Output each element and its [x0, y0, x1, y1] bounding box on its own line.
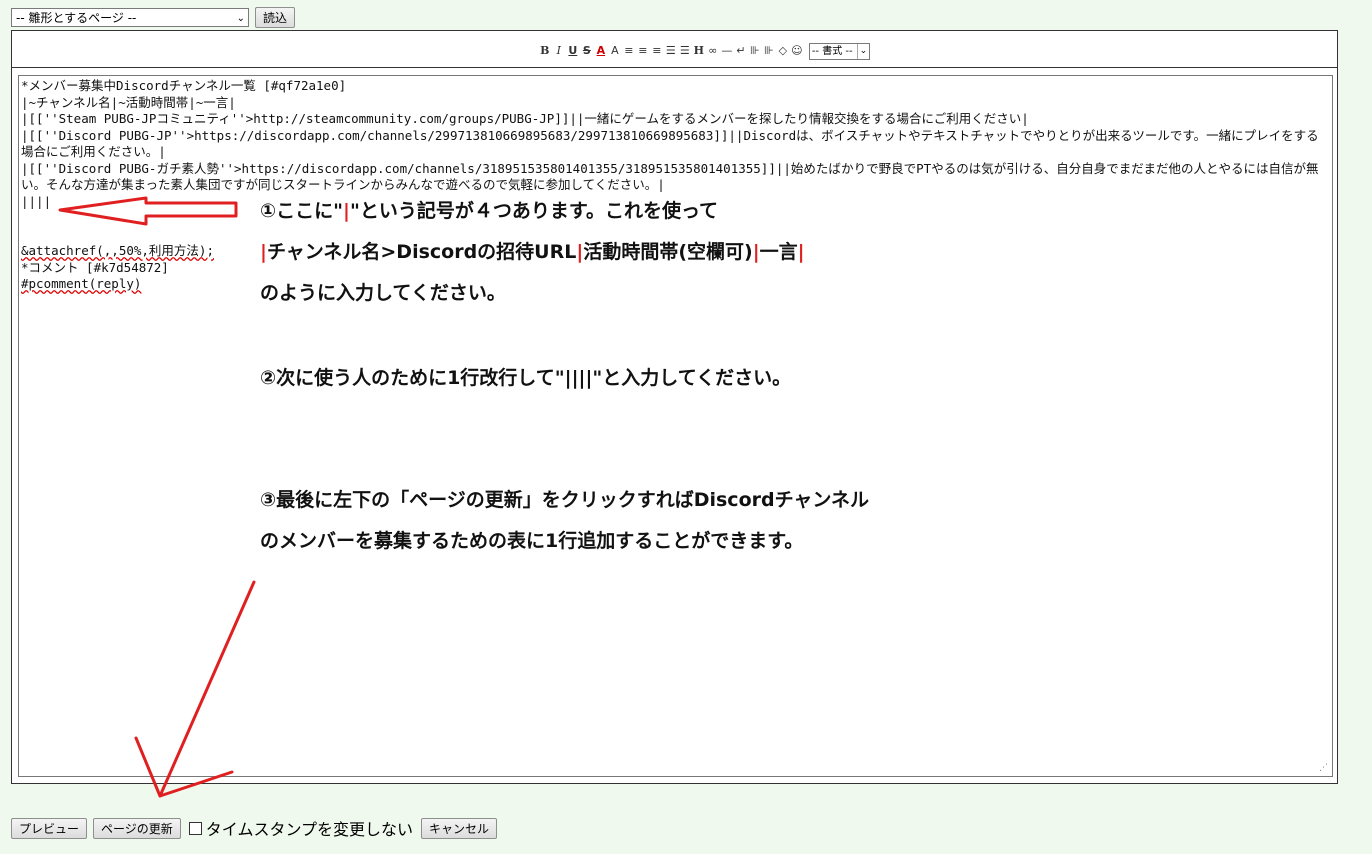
- text-color-icon[interactable]: A: [595, 44, 607, 58]
- annotation-step1-format: |チャンネル名>Discordの招待URL|活動時間帯(空欄可)|一言|: [260, 237, 805, 264]
- align-center-icon[interactable]: ≡: [637, 44, 649, 58]
- wiki-line-1: *メンバー募集中Discordチャンネル一覧 [#qf72a1e0]: [21, 78, 347, 93]
- chevron-down-icon: ⌄: [856, 43, 867, 59]
- link-icon[interactable]: ∞: [707, 44, 719, 58]
- timestamp-checkbox[interactable]: [188, 821, 202, 835]
- annotation-text: 活動時間帯(空欄可): [583, 241, 753, 263]
- annotation-step1-end: のように入力してください。: [260, 282, 506, 304]
- wiki-line-5: |[[''Discord PUBG-ガチ素人勢''>https://discor…: [21, 160, 1319, 193]
- strikethrough-icon[interactable]: S: [581, 44, 593, 58]
- annotation-step3-cont: のメンバーを募集するための表に1行追加することができます。: [260, 530, 804, 552]
- cancel-button[interactable]: キャンセル: [420, 817, 497, 839]
- annotation-pipe: |: [343, 200, 350, 222]
- annotation-step2: ②次に使う人のために1行改行して"||||"と入力してください。: [260, 367, 792, 389]
- timestamp-label: タイムスタンプを変更しない: [205, 820, 413, 839]
- wiki-textarea[interactable]: *メンバー募集中Discordチャンネル一覧 [#qf72a1e0] |~チャン…: [18, 75, 1333, 777]
- annotation-pipe: |: [260, 241, 267, 263]
- underline-icon[interactable]: U: [567, 44, 579, 58]
- wiki-line-2: |~チャンネル名|~活動時間帯|~一言|: [21, 94, 236, 110]
- wiki-line-4: |[[''Discord PUBG-JP''>https://discordap…: [21, 127, 1319, 160]
- table-row-icon[interactable]: ⊪: [763, 44, 775, 58]
- template-select-value: -- 雛形とするページ --: [16, 11, 137, 25]
- resize-grip-icon[interactable]: ⋰: [1319, 763, 1328, 773]
- italic-icon[interactable]: I: [553, 44, 565, 58]
- annotation-step1: ①ここに"|"という記号が４つあります。これを使って: [260, 196, 718, 223]
- annotation-text: "という記号が４つあります。これを使って: [349, 200, 719, 222]
- bullet-list-icon[interactable]: ☰: [665, 44, 677, 58]
- wiki-line-9: &attachref(,,50%,利用方法);: [21, 243, 214, 258]
- annotation-step3: ③最後に左下の「ページの更新」をクリックすればDiscordチャンネル: [260, 489, 870, 511]
- load-button[interactable]: 読込: [255, 7, 296, 28]
- bold-icon[interactable]: B: [539, 44, 551, 58]
- format-select-value: -- 書式 --: [811, 45, 853, 57]
- editor-frame: B I U S A A ≡ ≡ ≡ ☰ ☰ H ∞ — ↵ ⊪ ⊪ ◇ ☺ --…: [11, 30, 1338, 784]
- toolbar-tools: B I U S A A ≡ ≡ ≡ ☰ ☰ H ∞ — ↵ ⊪ ⊪ ◇ ☺ --…: [539, 42, 871, 60]
- numbered-list-icon[interactable]: ☰: [679, 44, 691, 58]
- wiki-line-10: *コメント [#k7d54872]: [21, 259, 169, 275]
- heading-icon[interactable]: H: [693, 44, 705, 58]
- annotation-text: チャンネル名>Discordの招待URL: [266, 241, 577, 263]
- align-right-icon[interactable]: ≡: [651, 44, 663, 58]
- bottom-actions: プレビュー ページの更新 タイムスタンプを変更しない キャンセル: [11, 816, 497, 840]
- format-select[interactable]: -- 書式 -- ⌄: [808, 42, 871, 60]
- timestamp-option[interactable]: タイムスタンプを変更しない: [188, 816, 413, 840]
- annotation-text: 一言: [759, 241, 798, 263]
- smiley-icon[interactable]: ☺: [791, 44, 803, 58]
- horizontal-rule-icon[interactable]: —: [721, 44, 733, 58]
- table-column-icon[interactable]: ⊪: [749, 44, 761, 58]
- font-size-icon[interactable]: A: [609, 44, 621, 58]
- wiki-line-11: #pcomment(reply): [21, 276, 142, 291]
- preview-button[interactable]: プレビュー: [11, 817, 88, 839]
- editor-toolbar: B I U S A A ≡ ≡ ≡ ☰ ☰ H ∞ — ↵ ⊪ ⊪ ◇ ☺ --…: [12, 31, 1337, 68]
- template-row: -- 雛形とするページ -- ⌄ 読込: [11, 7, 296, 28]
- attachment-icon[interactable]: ◇: [777, 44, 789, 58]
- wiki-line-6: ||||: [21, 193, 52, 209]
- annotation-pipe: |: [797, 241, 805, 263]
- line-break-icon[interactable]: ↵: [735, 44, 747, 58]
- align-left-icon[interactable]: ≡: [623, 44, 635, 58]
- annotation-pipe: |: [752, 241, 760, 263]
- update-page-button[interactable]: ページの更新: [93, 817, 181, 839]
- wiki-line-3: |[[''Steam PUBG-JPコミュニティ''>http://steamc…: [21, 111, 1029, 126]
- chevron-down-icon: ⌄: [236, 13, 245, 24]
- template-select[interactable]: -- 雛形とするページ -- ⌄: [11, 8, 249, 27]
- annotation-text: ①ここに": [260, 200, 343, 222]
